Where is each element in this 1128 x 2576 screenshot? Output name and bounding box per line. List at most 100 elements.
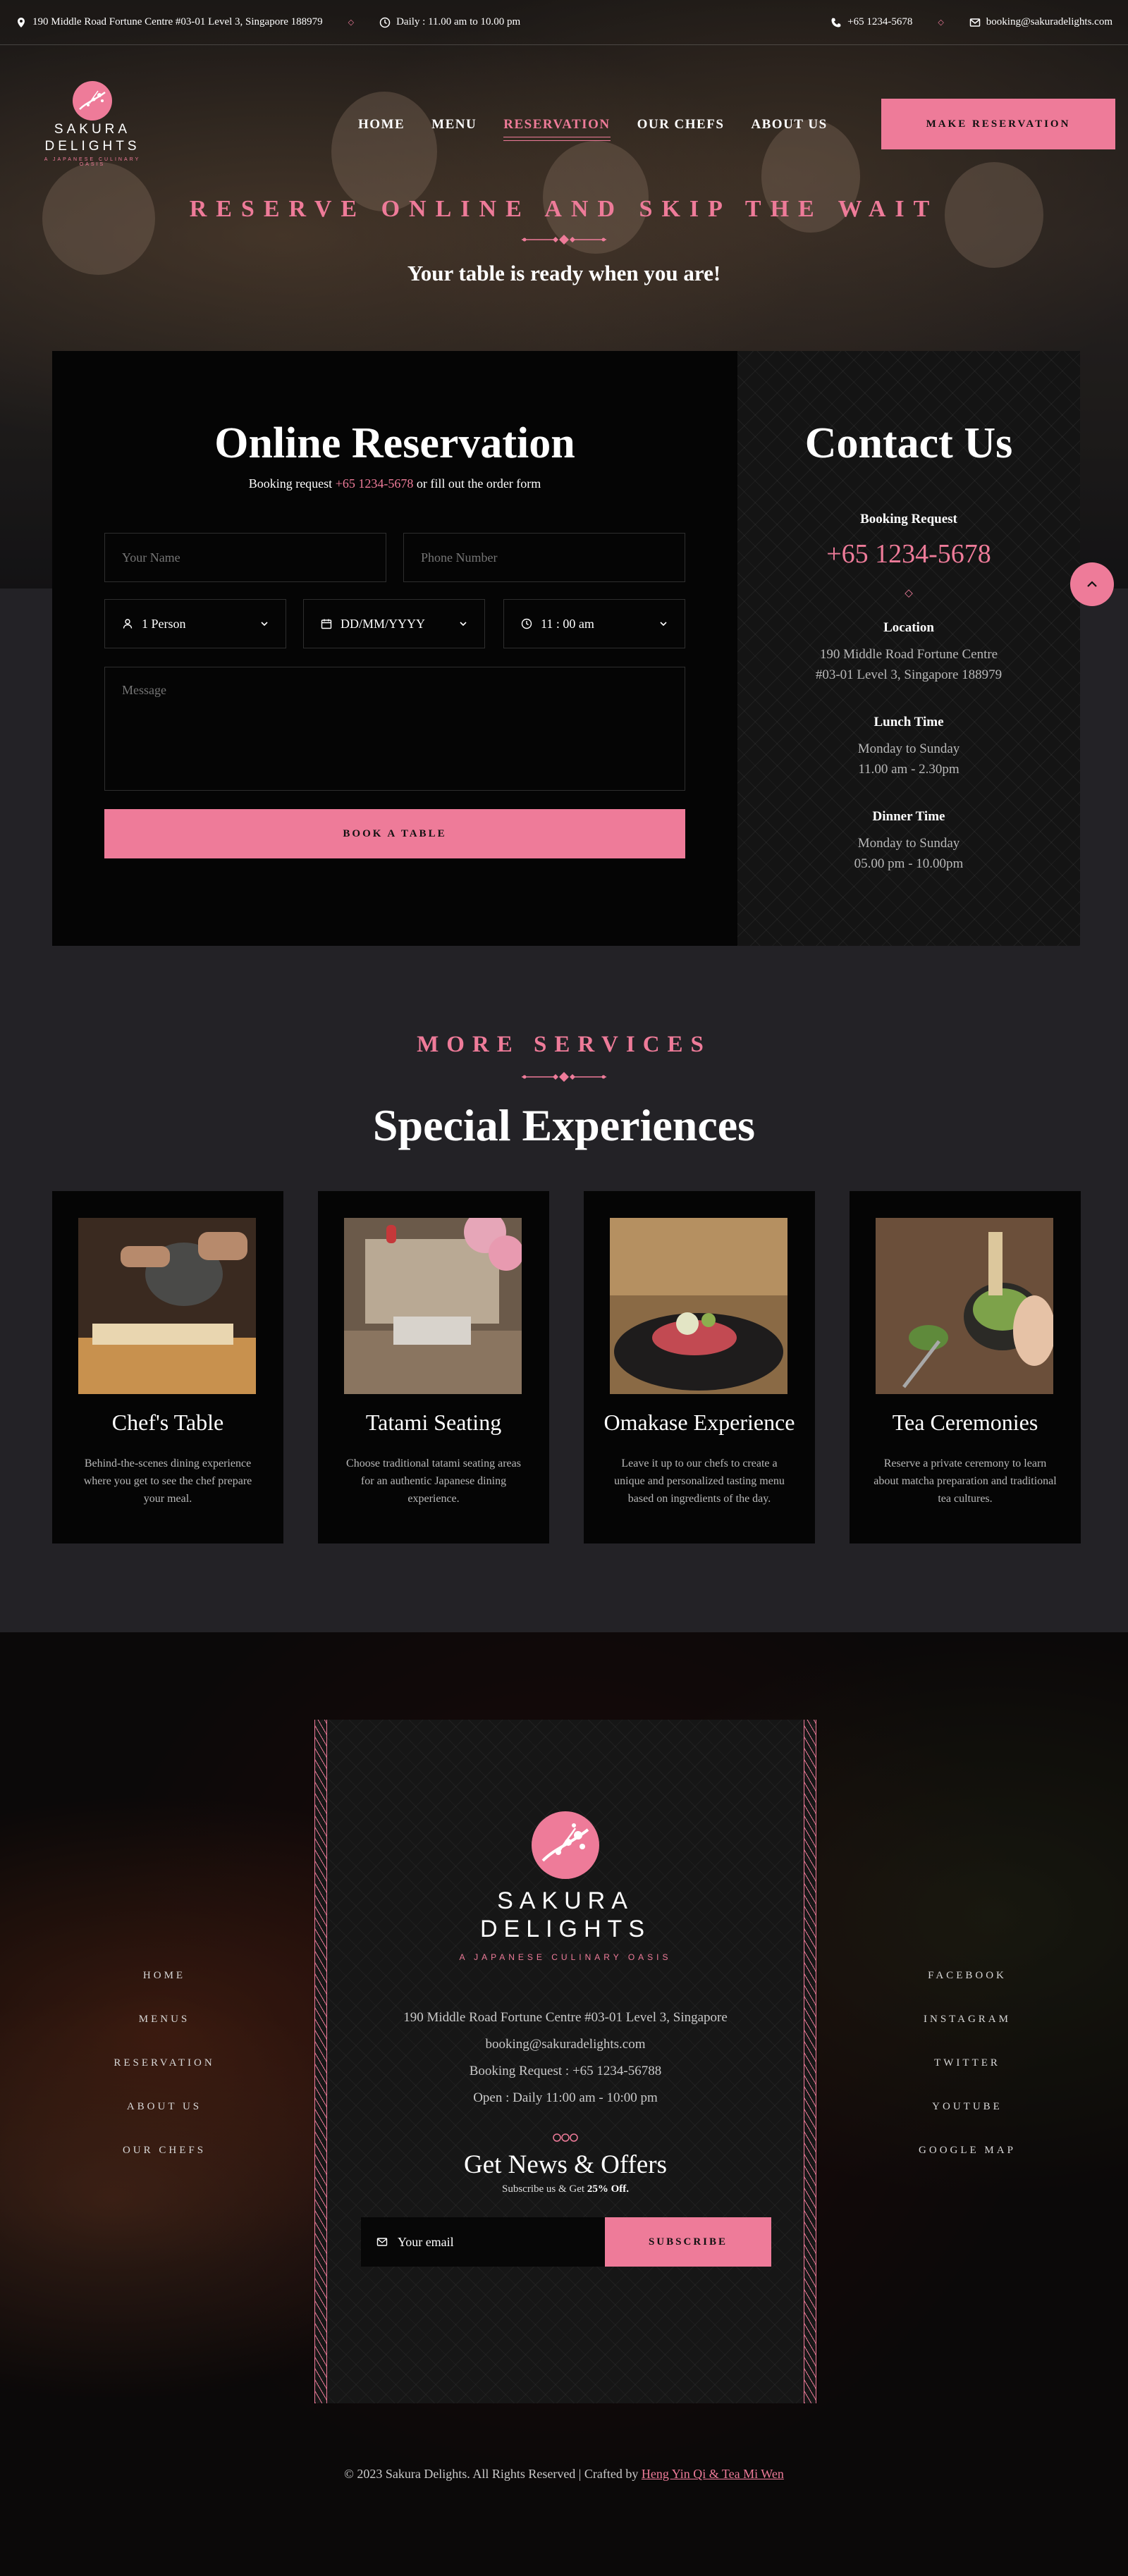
diamond-divider: ◇ [905, 588, 913, 599]
dinner-days: Monday to Sunday [857, 836, 960, 851]
footer-link-reservation[interactable]: RESERVATION [59, 2055, 270, 2099]
tea-ceremony-image [876, 1218, 1053, 1394]
main-nav: HOME MENU RESERVATION OUR CHEFS ABOUT US [358, 117, 854, 141]
user-icon [123, 619, 133, 629]
service-description: Choose traditional tatami seating areas … [346, 1458, 521, 1505]
service-title: Chef's Table [111, 1410, 224, 1435]
ornament-divider [522, 235, 606, 245]
mail-icon [969, 18, 981, 27]
reservation-form-panel: Online Reservation Booking request +65 1… [52, 351, 737, 946]
lunch-days: Monday to Sunday [857, 741, 960, 756]
footer-link-twitter[interactable]: TWITTER [862, 2055, 1073, 2099]
footer-logo-tagline: A JAPANESE CULINARY OASIS [459, 1952, 672, 1962]
chevron-down-icon [660, 622, 667, 627]
tatami-seating-image [344, 1218, 522, 1394]
make-reservation-button[interactable]: MAKE RESERVATION [881, 99, 1115, 149]
footer-link-instagram[interactable]: INSTAGRAM [862, 2011, 1073, 2055]
scroll-to-top-button[interactable] [1070, 562, 1114, 606]
reservation-subtitle: Booking request +65 1234-5678 or fill ou… [248, 476, 541, 491]
footer-email[interactable]: booking@sakuradelights.com [314, 2037, 816, 2052]
service-description: Reserve a private ceremony to learn abou… [873, 1458, 1057, 1505]
service-title: Tea Ceremonies [892, 1410, 1038, 1435]
credit-link[interactable]: Heng Yin Qi & Tea Mi Wen [642, 2467, 784, 2481]
chevron-down-icon [261, 622, 268, 627]
footer-open-hours: Open : Daily 11:00 am - 10:00 pm [473, 2090, 658, 2105]
hero-subtitle: Your table is ready when you are! [407, 261, 721, 285]
arrow-up-icon [1087, 581, 1097, 587]
footer-nav-left: HOME MENUS RESERVATION ABOUT US OUR CHEF… [59, 1968, 270, 2186]
date-select[interactable]: DD/MM/YYYY [303, 599, 485, 648]
clock-icon [521, 618, 532, 629]
top-info-bar: 190 Middle Road Fortune Centre #03-01 Le… [0, 0, 1128, 45]
chevron-down-icon [460, 622, 467, 627]
footer-address: 190 Middle Road Fortune Centre #03-01 Le… [403, 2010, 728, 2025]
service-card-omakase[interactable]: Omakase Experience Leave it up to our ch… [584, 1191, 815, 1543]
site-footer: HOME MENUS RESERVATION ABOUT US OUR CHEF… [0, 1632, 1128, 2576]
nav-our-chefs[interactable]: OUR CHEFS [637, 117, 725, 141]
nav-about-us[interactable]: ABOUT US [751, 117, 827, 141]
booking-request-label: Booking Request [860, 512, 957, 526]
dinner-time-label: Dinner Time [872, 809, 945, 824]
nav-reservation[interactable]: RESERVATION [503, 117, 611, 141]
logo-tagline: A JAPANESE CULINARY OASIS [44, 157, 141, 167]
footer-booking: Booking Request : +65 1234-56788 [469, 2064, 662, 2078]
footer-card: SAKURA DELIGHTS A JAPANESE CULINARY OASI… [314, 1720, 816, 2403]
contact-panel: Contact Us Booking Request +65 1234-5678… [737, 351, 1080, 946]
footer-link-about-us[interactable]: ABOUT US [59, 2099, 270, 2143]
footer-link-facebook[interactable]: FACEBOOK [862, 1968, 1073, 2011]
services-eyebrow: MORE SERVICES [417, 1032, 711, 1057]
newsletter-email-input[interactable]: Your email [361, 2217, 608, 2267]
footer-link-menus[interactable]: MENUS [59, 2011, 270, 2055]
topbar-phone[interactable]: +65 1234-5678 [830, 16, 912, 28]
nav-menu[interactable]: MENU [431, 117, 477, 141]
lunch-hours: 11.00 am - 2.30pm [858, 762, 960, 777]
contact-title: Contact Us [804, 419, 1013, 467]
footer-link-youtube[interactable]: YOUTUBE [862, 2099, 1073, 2143]
reservation-phone-link[interactable]: +65 1234-5678 [336, 476, 414, 491]
footer-logo-name-line1: SAKURA [497, 1887, 634, 1914]
logo-name-line1: SAKURA [54, 122, 131, 137]
service-card-tea-ceremonies[interactable]: Tea Ceremonies Reserve a private ceremon… [850, 1191, 1081, 1543]
topbar-hours: Daily : 11.00 am to 10.00 pm [379, 16, 520, 28]
omakase-image [610, 1218, 787, 1394]
services-title: Special Experiences [372, 1100, 756, 1150]
ornament-divider [522, 1072, 606, 1082]
booking-phone[interactable]: +65 1234-5678 [737, 538, 1080, 569]
name-input[interactable] [104, 533, 386, 582]
location-icon [18, 17, 25, 27]
sakura-logo-icon [73, 81, 112, 121]
time-select[interactable]: 11 : 00 am [503, 599, 685, 648]
footer-logo-name-line2: DELIGHTS [479, 1916, 651, 1942]
book-table-button[interactable]: BOOK A TABLE [104, 809, 685, 858]
footer-link-home[interactable]: HOME [59, 1968, 270, 2011]
diamond-divider: ◇ [938, 18, 944, 27]
diamond-divider: ◇ [348, 18, 355, 27]
lunch-time-label: Lunch Time [873, 715, 944, 729]
phone-icon [831, 18, 841, 27]
nav-home[interactable]: HOME [358, 117, 405, 141]
footer-link-our-chefs[interactable]: OUR CHEFS [59, 2143, 270, 2186]
site-logo[interactable]: SAKURA DELIGHTS A JAPANESE CULINARY OASI… [34, 81, 151, 167]
topbar-address: 190 Middle Road Fortune Centre #03-01 Le… [16, 16, 323, 28]
decorative-border-right [804, 1720, 816, 2403]
phone-input[interactable] [403, 533, 685, 582]
service-description: Behind-the-scenes dining experience wher… [83, 1458, 252, 1505]
logo-name-line2: DELIGHTS [44, 139, 140, 154]
service-title: Tatami Seating [365, 1410, 502, 1435]
subscribe-button[interactable]: SUBSCRIBE [605, 2217, 771, 2267]
location-label: Location [883, 620, 934, 635]
service-title: Omakase Experience [603, 1410, 795, 1435]
topbar-email[interactable]: booking@sakuradelights.com [969, 16, 1112, 28]
service-card-tatami-seating[interactable]: Tatami Seating Choose traditional tatami… [318, 1191, 549, 1543]
location-line2: #03-01 Level 3, Singapore 188979 [815, 667, 1003, 682]
footer-link-google-map[interactable]: GOOGLE MAP [862, 2143, 1073, 2186]
calendar-icon [321, 619, 332, 629]
hero-eyebrow: RESERVE ONLINE AND SKIP THE WAIT [189, 196, 939, 222]
footer-social-links: FACEBOOK INSTAGRAM TWITTER YOUTUBE GOOGL… [862, 1968, 1073, 2186]
reservation-title: Online Reservation [214, 419, 575, 467]
sakura-logo-icon [532, 1811, 599, 1879]
newsletter-subtitle: Subscribe us & Get 25% Off. [502, 2183, 629, 2195]
service-card-chefs-table[interactable]: Chef's Table Behind-the-scenes dining ex… [52, 1191, 283, 1543]
message-textarea[interactable] [104, 667, 685, 791]
guests-select[interactable]: 1 Person [104, 599, 286, 648]
